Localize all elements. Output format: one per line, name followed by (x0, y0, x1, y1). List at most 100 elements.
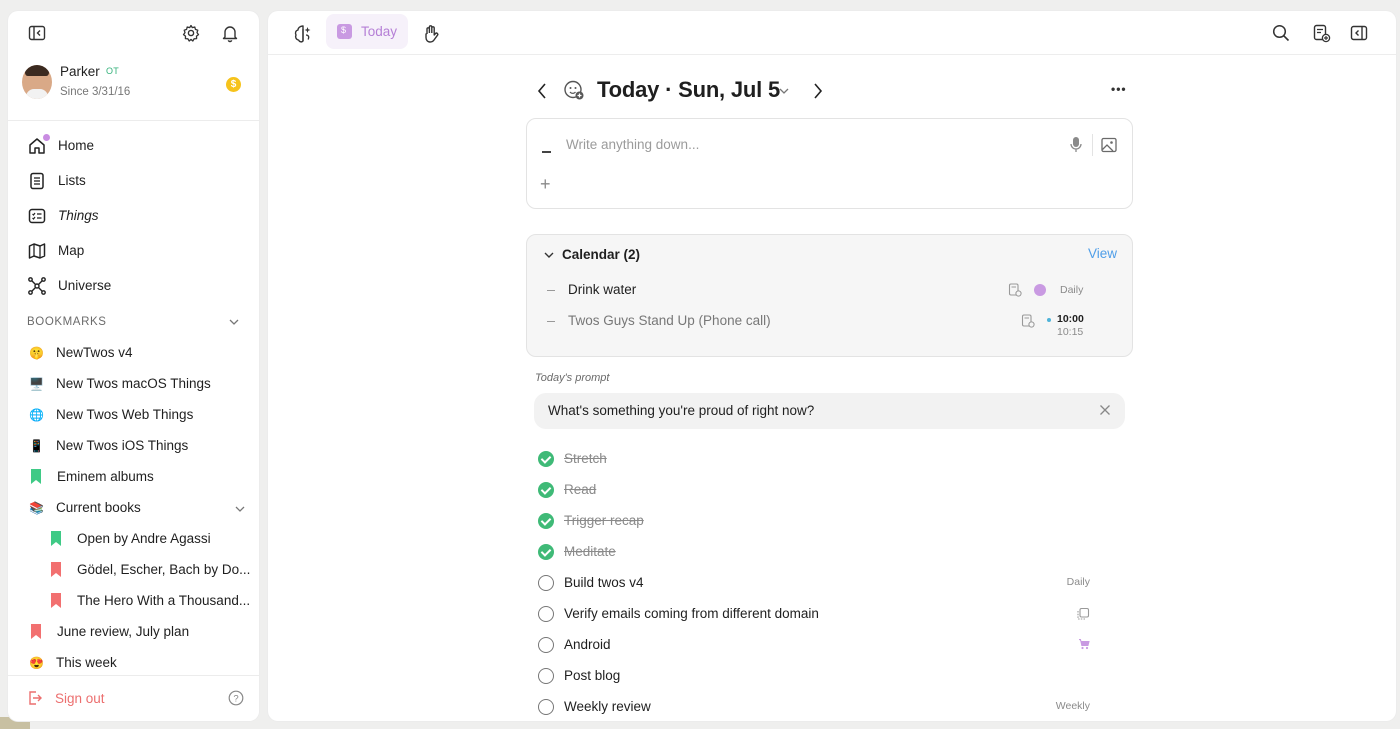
bookmark-item[interactable]: Gödel, Escher, Bach by Do... (8, 554, 259, 585)
bullet-dash (547, 290, 555, 291)
microphone-icon[interactable] (1068, 135, 1084, 155)
bookmark-item[interactable]: Eminem albums (8, 461, 259, 492)
chevron-down-icon[interactable] (543, 249, 555, 261)
prompt-text: What's something you're proud of right n… (548, 403, 815, 418)
editor-placeholder[interactable]: Write anything down... (566, 137, 699, 152)
bookmark-icon (51, 562, 61, 577)
task-item[interactable]: Verify emails coming from different doma… (538, 602, 1098, 626)
bookmark-icon (51, 531, 61, 546)
profile-card[interactable]: Parker OT Since 3/31/16 $ (8, 55, 259, 121)
more-options-icon[interactable]: ••• (1111, 82, 1127, 96)
panel-toggle-icon[interactable] (1349, 23, 1369, 46)
checkbox-checked[interactable] (538, 513, 554, 529)
hand-icon[interactable] (420, 23, 442, 48)
help-icon[interactable]: ? (228, 690, 244, 706)
bookmark-label: NewTwos v4 (56, 345, 133, 360)
sidebar-item-home[interactable]: Home (8, 128, 259, 163)
page-title[interactable]: Today · Sun, Jul 5 (597, 77, 780, 103)
search-icon[interactable] (1271, 23, 1291, 46)
note-editor[interactable]: Write anything down... + (526, 118, 1133, 209)
task-label: Stretch (564, 451, 607, 466)
emoji-icon: 🤫 (29, 345, 44, 360)
tab-today-label: Today (361, 24, 398, 39)
task-item[interactable]: Weekly review Weekly (538, 695, 1098, 719)
coin-icon[interactable]: $ (226, 77, 241, 92)
bookmark-icon (31, 469, 41, 484)
chevron-down-icon[interactable] (228, 316, 240, 328)
sidebar-toolbar (8, 11, 259, 55)
gear-icon[interactable] (181, 23, 201, 43)
checkbox-checked[interactable] (538, 482, 554, 498)
svg-text:?: ? (233, 694, 238, 705)
chevron-left-icon[interactable] (536, 82, 548, 100)
chevron-down-icon[interactable] (234, 503, 246, 515)
sidebar-item-lists[interactable]: Lists (8, 163, 259, 198)
chevron-down-icon[interactable] (778, 86, 790, 96)
checkbox-checked[interactable] (538, 544, 554, 560)
close-icon[interactable] (1099, 404, 1111, 416)
emoji-icon: 😍 (29, 655, 44, 670)
sidebar-item-things[interactable]: Things (8, 198, 259, 233)
bell-icon[interactable] (220, 23, 240, 43)
copy-icon (1077, 607, 1090, 620)
task-item[interactable]: Post blog (538, 664, 1098, 688)
bookmark-item[interactable]: Open by Andre Agassi (8, 523, 259, 554)
list-icon (30, 172, 44, 189)
bookmark-item[interactable]: 🤫 NewTwos v4 (8, 337, 259, 368)
checkbox[interactable] (538, 575, 554, 591)
add-emoji-icon[interactable] (563, 79, 585, 101)
checkbox[interactable] (538, 668, 554, 684)
check-circle-icon (1034, 284, 1046, 296)
signout-label: Sign out (55, 690, 105, 706)
emoji-icon: 🖥️ (29, 376, 44, 391)
prompt-card[interactable]: What's something you're proud of right n… (534, 393, 1125, 429)
bookmark-label: June review, July plan (57, 624, 190, 639)
add-note-icon[interactable] (1311, 23, 1331, 46)
bookmark-label: Gödel, Escher, Bach by Do... (77, 562, 251, 577)
checkbox[interactable] (538, 699, 554, 715)
bookmark-item[interactable]: 📚 Current books (8, 492, 259, 523)
profile-badge: OT (106, 66, 120, 76)
sidebar-toggle-icon[interactable] (27, 23, 47, 43)
sparkle-brain-icon[interactable] (292, 23, 314, 48)
main-nav: Home Lists Things Map Universe (8, 121, 259, 303)
add-line-button[interactable]: + (540, 174, 551, 195)
event-start-time: 10:00 (1057, 313, 1084, 325)
calendar-event[interactable]: Drink water Daily (547, 280, 1117, 300)
task-item[interactable]: Android (538, 633, 1098, 657)
bullet-dash (547, 321, 555, 322)
task-item[interactable]: Meditate (538, 540, 1098, 564)
task-item[interactable]: Stretch (538, 447, 1098, 471)
status-dot (1047, 318, 1051, 322)
bookmark-item[interactable]: 🌐 New Twos Web Things (8, 399, 259, 430)
emoji-icon: 🌐 (29, 407, 44, 422)
bookmark-label: Current books (56, 500, 141, 515)
tab-today[interactable]: Today (326, 14, 408, 49)
calendar-view-link[interactable]: View (1088, 246, 1117, 261)
bookmark-item[interactable]: 😍 This week (8, 647, 259, 678)
checkbox[interactable] (538, 637, 554, 653)
calendar-event[interactable]: Twos Guys Stand Up (Phone call) 10:00 10… (547, 311, 1117, 338)
image-icon[interactable] (1100, 136, 1118, 154)
event-title: Drink water (568, 282, 637, 297)
bookmarks-header[interactable]: BOOKMARKS (8, 307, 259, 337)
checkbox-checked[interactable] (538, 451, 554, 467)
sidebar-item-universe[interactable]: Universe (8, 268, 259, 303)
avatar[interactable] (22, 65, 52, 99)
signout-button[interactable]: Sign out (27, 690, 105, 706)
sidebar-item-map[interactable]: Map (8, 233, 259, 268)
bookmark-item[interactable]: June review, July plan (8, 616, 259, 647)
bookmark-item[interactable]: The Hero With a Thousand... (8, 585, 259, 616)
bookmark-list: 🤫 NewTwos v4 🖥️ New Twos macOS Things 🌐 … (8, 337, 259, 678)
checkbox[interactable] (538, 606, 554, 622)
bookmark-item[interactable]: 🖥️ New Twos macOS Things (8, 368, 259, 399)
bullet-dash (542, 151, 551, 153)
task-label: Post blog (564, 668, 621, 683)
chevron-right-icon[interactable] (812, 82, 824, 100)
task-item[interactable]: Trigger recap (538, 509, 1098, 533)
bookmark-item[interactable]: 📱 New Twos iOS Things (8, 430, 259, 461)
map-icon (28, 242, 46, 259)
task-item[interactable]: Read (538, 478, 1098, 502)
task-item[interactable]: Build twos v4 Daily (538, 571, 1098, 595)
main-panel: Today Today · Sun, Jul 5 ••• Write anyth… (268, 11, 1396, 721)
